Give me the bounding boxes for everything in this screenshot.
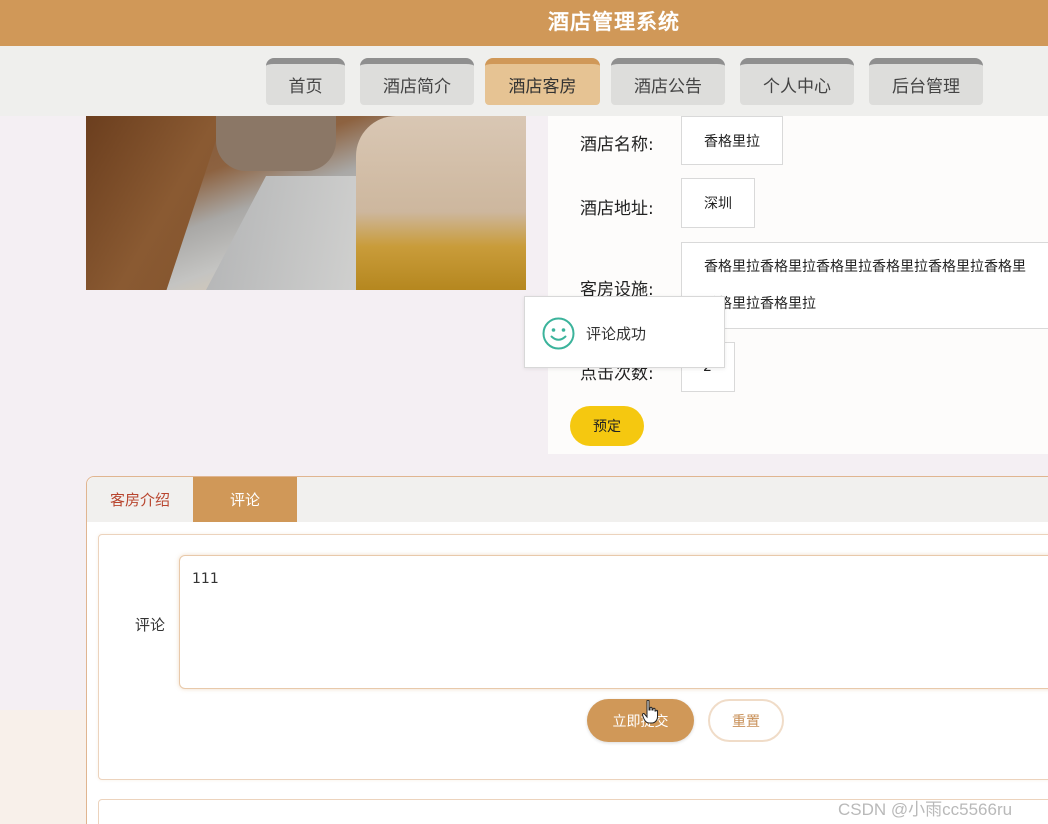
watermark: CSDN @小雨cc5566ru <box>838 800 1013 819</box>
nav-item-hotel-intro[interactable]: 酒店简介 <box>360 58 474 105</box>
main-nav: 首页 酒店简介 酒店客房 酒店公告 个人中心 后台管理 <box>0 46 1048 116</box>
hotel-name-value: 香格里拉 <box>681 116 783 165</box>
app-title: 酒店管理系统 <box>548 10 680 34</box>
nav-item-hotel-notices[interactable]: 酒店公告 <box>611 58 725 105</box>
book-button[interactable]: 预定 <box>570 406 644 446</box>
toast-message: 评论成功 <box>586 325 647 343</box>
photo-chair <box>216 116 336 171</box>
room-photo <box>86 116 526 290</box>
nav-item-admin[interactable]: 后台管理 <box>869 58 983 105</box>
room-info-panel: 酒店名称: 香格里拉 酒店地址: 深圳 客房设施: 香格里拉香格里拉香格里拉香格… <box>548 116 1048 454</box>
hand-cursor-icon <box>642 700 658 724</box>
nav-item-home[interactable]: 首页 <box>266 58 345 105</box>
nav-item-personal-center[interactable]: 个人中心 <box>740 58 854 105</box>
top-header-bar: 酒店管理系统 <box>0 0 1048 46</box>
comment-textarea[interactable] <box>179 555 1048 689</box>
hotel-address-label: 酒店地址: <box>580 199 654 219</box>
room-facilities-value: 香格里拉香格里拉香格里拉香格里拉香格里拉香格里 香格里拉香格里拉 <box>681 242 1048 329</box>
success-toast: 评论成功 <box>524 296 725 368</box>
tab-comments[interactable]: 评论 <box>193 477 297 522</box>
reset-button[interactable]: 重置 <box>708 699 784 742</box>
detail-tabs: 客房介绍 评论 评论 立即提交 重置 <box>86 476 1048 824</box>
hotel-address-value: 深圳 <box>681 178 755 228</box>
tab-room-intro[interactable]: 客房介绍 <box>87 477 193 522</box>
hotel-name-label: 酒店名称: <box>580 135 654 155</box>
photo-bed <box>356 116 526 290</box>
submit-button[interactable]: 立即提交 <box>587 699 694 742</box>
room-facilities-line2: 香格里拉香格里拉 <box>704 296 816 312</box>
nav-item-hotel-rooms[interactable]: 酒店客房 <box>485 58 600 105</box>
room-facilities-line1: 香格里拉香格里拉香格里拉香格里拉香格里拉香格里 <box>704 259 1026 275</box>
comment-label: 评论 <box>135 616 166 634</box>
tab-strip: 客房介绍 评论 <box>87 477 1048 522</box>
comment-form: 评论 立即提交 重置 <box>98 534 1048 780</box>
smiley-icon <box>542 317 575 350</box>
